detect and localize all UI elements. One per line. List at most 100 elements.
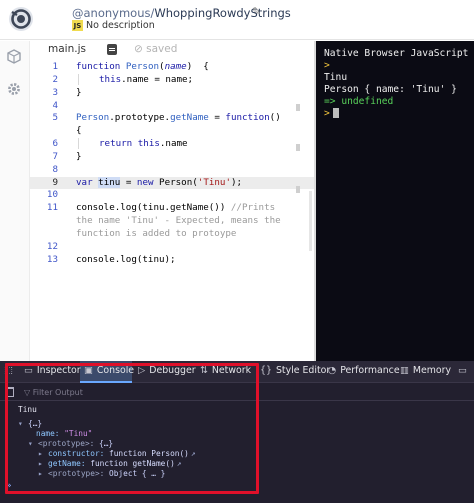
top-header: @anonymous/WhoppingRowdyStrings ✎ JS No d… xyxy=(0,0,474,40)
line-number: 8 xyxy=(52,163,58,175)
tab-style-editor[interactable]: {} Style Editor xyxy=(260,365,330,376)
browser-devtools: ⬚ ▭ Inspector ▣ Console ▷ Debugger ⇅ Network… xyxy=(0,361,474,503)
code-token: Person xyxy=(125,61,160,72)
code-token: .name = name; xyxy=(121,73,194,85)
line-number: 3 xyxy=(52,86,58,98)
property-key: getName: xyxy=(48,459,86,468)
tab-label: Style Editor xyxy=(275,365,331,376)
collapse-arrow-icon[interactable]: ▾ xyxy=(18,419,28,428)
tab-label: Performance xyxy=(340,365,400,376)
line-number: 10 xyxy=(46,189,58,201)
object-summary: {…} xyxy=(28,419,43,428)
scroll-marker xyxy=(296,144,300,151)
tab-label: Console xyxy=(96,365,135,376)
code-line[interactable]: 6 return this.name xyxy=(30,138,314,151)
code-token: .prototype. xyxy=(109,112,171,124)
inspector-icon: ▭ xyxy=(24,365,33,376)
code-token: this xyxy=(137,138,160,150)
collapse-arrow-icon[interactable]: ▾ xyxy=(28,439,38,448)
log-message: Tinu xyxy=(18,405,37,414)
file-document-icon[interactable] xyxy=(107,44,117,55)
jump-to-definition-icon[interactable]: ↗ xyxy=(191,449,196,458)
code-token: = xyxy=(208,112,226,124)
filter-icon: ▽ xyxy=(24,388,33,397)
object-property[interactable]: ▸ <prototype>: Object { … } xyxy=(38,469,165,478)
expand-arrow-icon[interactable]: ▸ xyxy=(38,459,48,468)
cube-icon[interactable] xyxy=(6,49,22,65)
code-line-active[interactable]: 9 var tinu = new Person('Tinu'); xyxy=(30,176,314,190)
editor-tab-bar: main.js ⊘ saved xyxy=(30,41,314,59)
expand-arrow-icon[interactable]: ▸ xyxy=(38,469,48,478)
console-prompt: > xyxy=(324,108,330,119)
object-property: name: "Tinu" xyxy=(36,429,92,438)
tab-debugger[interactable]: ▷ Debugger xyxy=(138,365,196,376)
tab-network[interactable]: ⇅ Network xyxy=(200,365,251,376)
code-line[interactable]: 8 xyxy=(30,164,314,177)
code-line[interactable]: 2 this.name = name; xyxy=(30,73,314,87)
code-line[interactable]: 7} xyxy=(30,151,314,164)
console-input-prompt[interactable]: » xyxy=(6,481,11,491)
trash-icon[interactable] xyxy=(6,387,14,397)
memory-icon: ▥ xyxy=(400,365,409,376)
output-console[interactable]: Native Browser JavaScript > Tinu Person … xyxy=(314,41,474,361)
line-number: 4 xyxy=(52,99,58,111)
code-line[interactable]: 10 xyxy=(30,189,314,202)
repl-name[interactable]: WhoppingRowdyStrings xyxy=(154,6,290,20)
line-number: 1 xyxy=(52,61,58,72)
element-picker-icon[interactable]: ⬚ xyxy=(4,365,17,376)
line-number: 13 xyxy=(46,253,58,265)
storage-icon[interactable]: ▭ xyxy=(458,365,471,376)
file-tab-main-js[interactable]: main.js xyxy=(48,43,86,55)
code-token: .name xyxy=(159,138,188,150)
code-line-wrapped[interactable]: the name 'Tinu' - Expected, means the xyxy=(30,215,314,228)
code-editor[interactable]: main.js ⊘ saved 1 function Person(name) {… xyxy=(30,41,314,361)
object-property[interactable]: ▸ getName: function getName() ↗ xyxy=(38,459,181,468)
code-line[interactable]: 1 function Person(name) { xyxy=(30,61,314,74)
line-number: 11 xyxy=(46,202,58,214)
pencil-icon[interactable]: ✎ xyxy=(252,5,261,18)
line-number: 5 xyxy=(52,112,58,124)
property-key: name: xyxy=(36,429,60,438)
code-line[interactable]: 11 console.log(tinu.getName()) //Prints xyxy=(30,202,314,215)
left-sidebar xyxy=(0,41,30,361)
tab-inspector[interactable]: ▭ Inspector xyxy=(24,365,81,376)
code-token: Person xyxy=(76,112,110,124)
code-token: () xyxy=(269,112,281,124)
style-editor-icon: {} xyxy=(260,365,272,376)
object-node[interactable]: ▾ {…} xyxy=(18,419,42,428)
code-token: 'Tinu' xyxy=(197,176,231,188)
code-line[interactable]: { xyxy=(30,125,314,138)
code-area[interactable]: 1 function Person(name) { 2 this.name = na… xyxy=(30,61,314,267)
tab-memory[interactable]: ▥ Memory xyxy=(400,365,451,376)
console-output-line: Tinu xyxy=(324,72,348,83)
code-line[interactable]: 13 console.log(tinu); xyxy=(30,254,314,267)
code-token: name xyxy=(164,61,187,72)
settings-gear-icon[interactable] xyxy=(6,81,22,97)
console-input-line[interactable]: > xyxy=(324,108,339,119)
text-cursor xyxy=(332,108,339,118)
object-property[interactable]: ▾ <prototype>: {…} xyxy=(28,439,113,448)
tab-label: Memory xyxy=(412,365,451,376)
code-line[interactable]: 4 xyxy=(30,100,314,113)
code-line-wrapped[interactable]: function is added to protoype xyxy=(30,228,314,241)
code-token: } xyxy=(76,86,82,98)
repl-description[interactable]: No description xyxy=(86,20,155,31)
jump-to-definition-icon[interactable]: ↗ xyxy=(177,459,182,468)
code-line[interactable]: 5 Person.prototype.getName = function() xyxy=(30,112,314,125)
property-key: constructor: xyxy=(48,449,105,458)
code-line[interactable]: 3} xyxy=(30,87,314,100)
saved-label: saved xyxy=(146,43,178,55)
tab-performance[interactable]: ◔ Performance xyxy=(328,365,400,376)
expand-arrow-icon[interactable]: ▸ xyxy=(38,449,48,458)
object-property[interactable]: ▸ constructor: function Person() ↗ xyxy=(38,449,196,458)
line-number: 6 xyxy=(52,138,58,150)
app-logo-icon[interactable] xyxy=(8,6,34,32)
filter-output-input[interactable]: ▽ Filter Output xyxy=(24,386,224,399)
editor-scrollbar[interactable] xyxy=(309,191,312,251)
tab-console[interactable]: ▣ Console xyxy=(84,365,134,376)
code-comment: //Prints xyxy=(230,202,276,214)
owner-name[interactable]: @anonymous xyxy=(72,6,150,20)
code-line[interactable]: 12 xyxy=(30,241,314,254)
line-number: 9 xyxy=(52,176,58,188)
scroll-marker xyxy=(296,104,300,111)
